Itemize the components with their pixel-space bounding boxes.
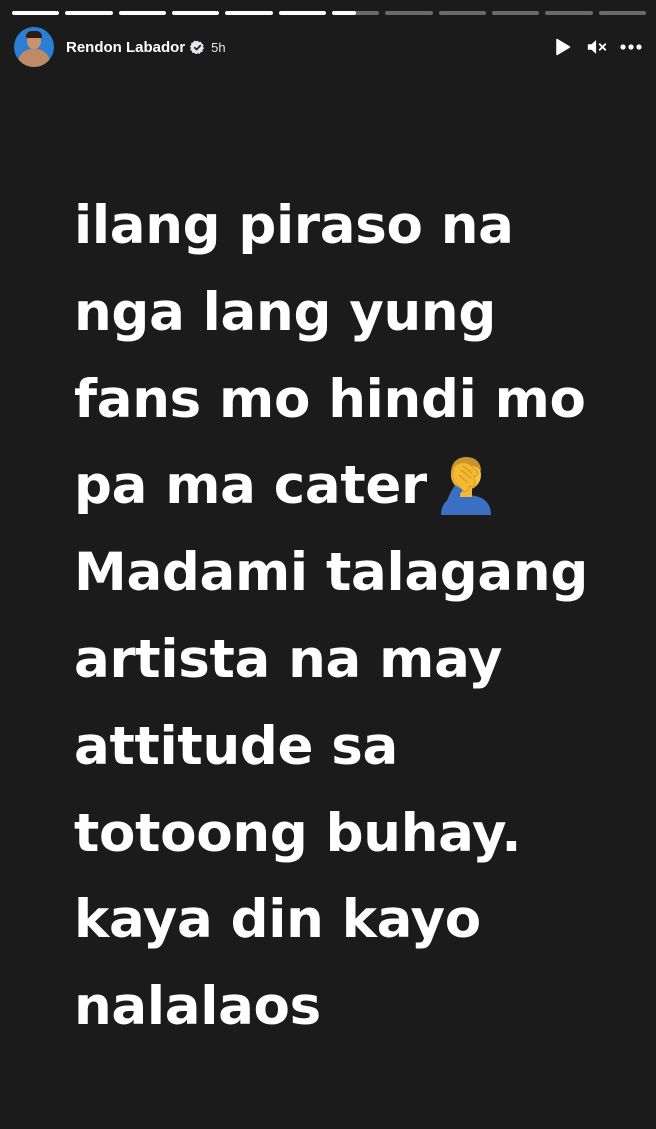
story-text-line: attitude sa (74, 715, 399, 777)
story-text-line: totoong buhay. (74, 802, 522, 864)
story-text-line: ilang piraso na (74, 195, 514, 256)
story-progress-bar (12, 11, 646, 15)
progress-segment-fill (12, 11, 60, 15)
post-timestamp: 5h (211, 39, 226, 55)
progress-segment (12, 11, 60, 15)
progress-segment (65, 11, 113, 15)
progress-segment (385, 11, 433, 15)
story-viewer[interactable]: Rendon Labador 5h ilang piraso na nga la… (0, 0, 656, 1129)
play-icon[interactable] (552, 36, 574, 58)
verified-badge-icon (190, 40, 205, 55)
story-text-line: Madami talagang (74, 542, 588, 604)
story-text-line: pa ma cater (74, 455, 427, 517)
story-text-line-with-emoji: pa ma cater (74, 443, 634, 530)
story-controls (552, 36, 642, 58)
progress-segment (331, 11, 380, 15)
progress-segment (118, 11, 166, 15)
progress-segment-fill (118, 11, 166, 15)
progress-segment-fill (331, 11, 356, 15)
story-text-line: nalalaos (74, 976, 321, 1038)
progress-segment (225, 11, 273, 15)
progress-segment (545, 11, 593, 15)
progress-segment (278, 11, 326, 15)
progress-segment (438, 11, 486, 15)
story-text-line: artista na may (74, 628, 503, 690)
story-text: ilang piraso na nga lang yung fans mo hi… (74, 183, 634, 1051)
story-header: Rendon Labador 5h (14, 27, 642, 67)
progress-segment (598, 11, 646, 15)
facepalm-emoji-icon (433, 449, 499, 516)
author-avatar[interactable] (14, 27, 54, 67)
progress-segment-fill (65, 11, 113, 15)
story-text-line: kaya din kayo (74, 889, 481, 951)
progress-segment-fill (171, 11, 220, 15)
story-text-line: nga lang yung (74, 281, 496, 343)
progress-segment-fill (278, 11, 326, 15)
more-options-icon[interactable] (620, 36, 642, 58)
progress-segment (171, 11, 220, 15)
volume-muted-icon[interactable] (586, 36, 608, 58)
progress-segment (491, 11, 540, 15)
progress-segment-fill (225, 11, 273, 15)
author-name[interactable]: Rendon Labador (66, 39, 185, 56)
story-text-line: fans mo hindi mo (74, 368, 586, 430)
